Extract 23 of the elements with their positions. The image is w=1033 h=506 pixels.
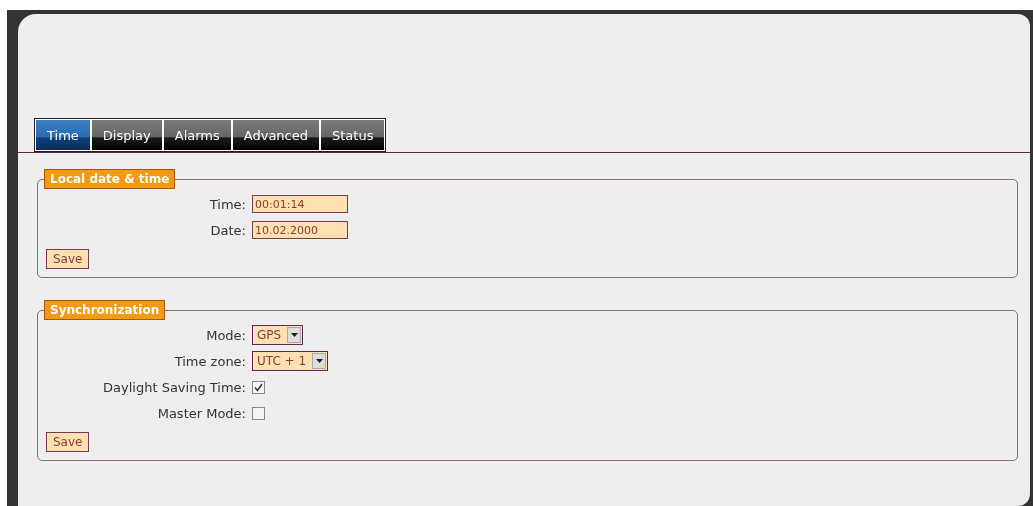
tab[interactable]: Time bbox=[36, 120, 90, 150]
text-field[interactable]: 00:01:14 bbox=[252, 195, 348, 213]
checkbox[interactable] bbox=[252, 380, 265, 394]
save-button[interactable]: Save bbox=[46, 249, 90, 269]
field-label: Master Mode: bbox=[157, 405, 246, 421]
field-label: Time: bbox=[209, 196, 246, 212]
caret-icon bbox=[315, 359, 323, 363]
field-label: Date: bbox=[210, 222, 246, 238]
group-title: Synchronization bbox=[44, 300, 166, 320]
checkbox[interactable] bbox=[252, 406, 265, 420]
caret-icon bbox=[290, 333, 298, 337]
text-field[interactable]: 10.02.2000 bbox=[252, 221, 348, 239]
tab[interactable]: Alarms bbox=[163, 120, 231, 150]
tab[interactable]: Display bbox=[91, 120, 162, 150]
group-title: Local date & time bbox=[44, 169, 176, 189]
field-label: Daylight Saving Time: bbox=[103, 379, 246, 395]
tab[interactable]: Status bbox=[321, 120, 385, 150]
tab[interactable]: Advanced bbox=[232, 120, 319, 150]
save-button[interactable]: Save bbox=[46, 432, 90, 452]
dropdown[interactable]: UTC + 1 bbox=[252, 351, 329, 371]
field-label: Time zone: bbox=[174, 353, 246, 369]
field-label: Mode: bbox=[206, 327, 246, 343]
dropdown[interactable]: GPS bbox=[252, 325, 304, 345]
